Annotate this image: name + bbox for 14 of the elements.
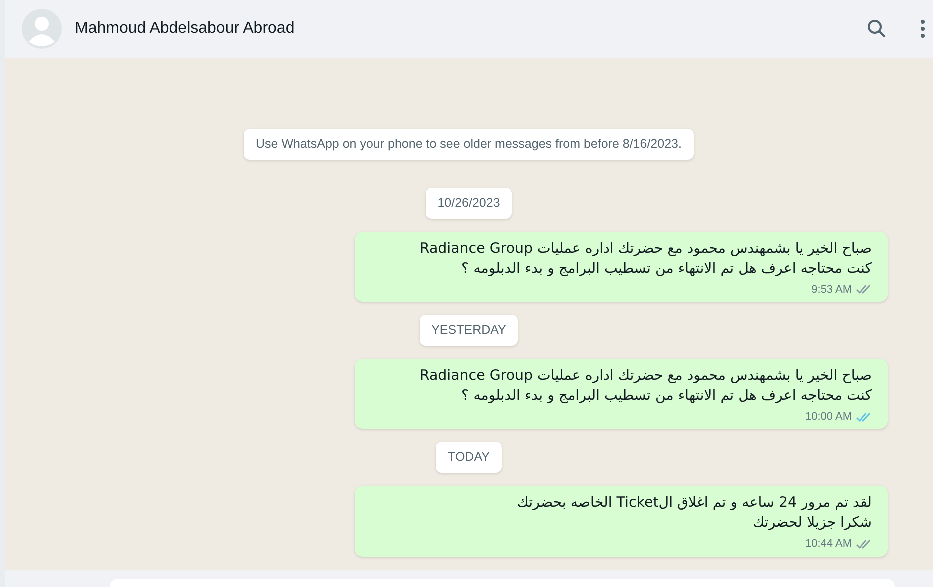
system-notice: Use WhatsApp on your phone to see older messages from before 8/16/2023.	[244, 129, 694, 160]
message-text: صباح الخير يا بشمهندس محمود مع حضرتك اداره عمليات Radiance Group	[420, 366, 872, 386]
menu-icon[interactable]	[921, 20, 925, 38]
message-time: 10:00 AM	[806, 410, 852, 425]
contact-name[interactable]: Mahmoud Abdelsabour Abroad	[75, 17, 295, 41]
message-text: صباح الخير يا بشمهندس محمود مع حضرتك اداره عمليات Radiance Group	[420, 240, 872, 258]
avatar-icon	[22, 9, 62, 49]
message-text: كنت محتاجه اعرف هل تم الانتهاء من تسطيب البرامج و بدء الدبلومه ؟	[462, 260, 872, 278]
message-text: لقد تم مرور 24 ساعه و تم اغلاق الTicket الخاصه بحضرتك	[517, 494, 872, 513]
message-text: شكرا جزيلا لحضرتك	[752, 514, 872, 533]
message-time: 9:53 AM	[812, 282, 852, 298]
message-time: 10:44 AM	[806, 537, 852, 552]
search-icon	[867, 19, 887, 39]
message-text: كنت محتاجه اعرف هل تم الانتهاء من تسطيب البرامج و بدء الدبلومه ؟	[462, 386, 872, 406]
